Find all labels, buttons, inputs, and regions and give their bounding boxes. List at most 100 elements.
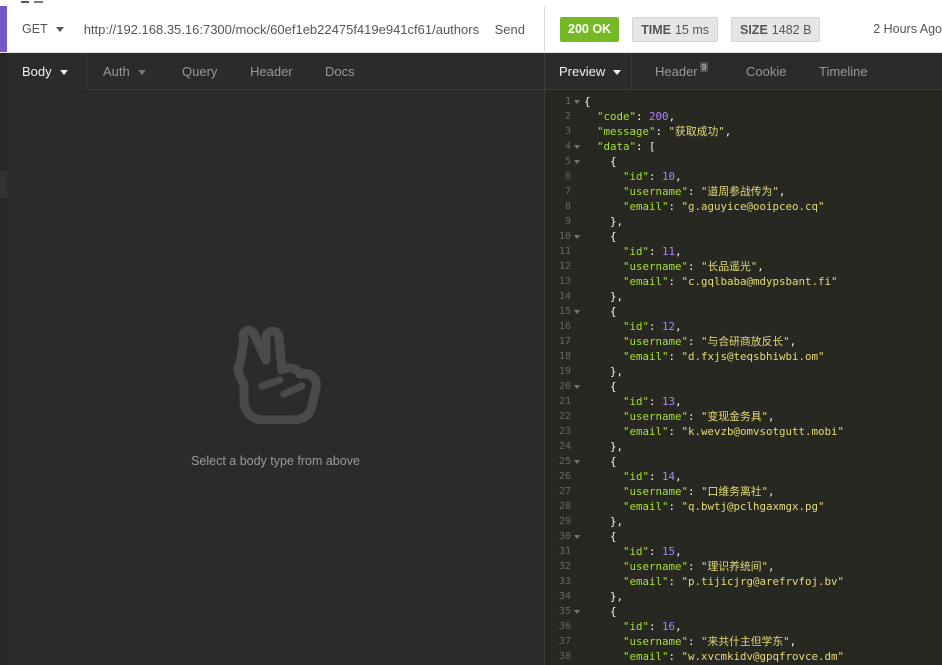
code-line: 16 "id": 12, <box>558 320 682 333</box>
method-label: GET <box>22 22 48 36</box>
code-line: 23 "email": "k.wevzb@omvsotgutt.mobi" <box>558 425 845 438</box>
json-string: "变现金务具" <box>701 410 769 423</box>
json-string: "长品遥光" <box>701 260 758 273</box>
chevron-down-icon <box>137 70 146 76</box>
code-line: 15 { <box>558 305 617 318</box>
json-string: "来共什主但学东" <box>701 635 790 648</box>
code-line: 24 }, <box>558 440 624 453</box>
code-line: 34 }, <box>558 590 624 603</box>
method-dropdown[interactable]: GET <box>22 22 64 36</box>
code-line: 20 { <box>558 380 617 393</box>
tab-auth-label: Auth <box>103 64 130 79</box>
url-input[interactable]: http://192.168.35.16:7300/mock/60ef1eb22… <box>84 22 479 37</box>
code-line: 5 { <box>564 155 617 168</box>
tab-body[interactable]: Body <box>22 53 68 90</box>
json-number: 14 <box>662 470 676 483</box>
sidebar-strip <box>0 53 7 665</box>
code-line: 38 "email": "w.xvcmkidv@gpqfrovce.dm" <box>558 650 845 663</box>
menu-tick <box>34 1 43 3</box>
fold-arrow-icon[interactable] <box>574 460 580 464</box>
tab-preview[interactable]: Preview <box>559 53 622 90</box>
fold-arrow-icon[interactable] <box>574 145 580 149</box>
code-line: 19 }, <box>558 365 624 378</box>
code-line: 30 { <box>558 530 617 543</box>
code-line: 1{ <box>564 95 591 108</box>
code-line: 2 "code": 200, <box>564 110 676 123</box>
size-value: 1482 B <box>771 22 812 37</box>
chevron-down-icon <box>613 70 622 76</box>
divider <box>631 53 632 90</box>
tab-docs[interactable]: Docs <box>325 53 355 90</box>
json-preview[interactable]: 1{ 2 "code": 200, 3 "message": "获取成功", 4… <box>545 90 942 665</box>
peace-hand-icon <box>233 325 321 424</box>
code-line: 4 "data": [ <box>564 140 656 153</box>
json-number: 11 <box>662 245 676 258</box>
time-value: 15 ms <box>674 22 709 37</box>
tab-response-header-label: Header <box>655 64 698 79</box>
fold-arrow-icon[interactable] <box>574 160 580 164</box>
json-number: 10 <box>662 170 676 183</box>
json-string: "口维务离社" <box>701 485 769 498</box>
code-line: 17 "username": "与合研商放反长", <box>558 335 797 348</box>
json-string: "w.xvcmkidv@gpqfrovce.dm" <box>681 650 845 663</box>
code-line: 36 "id": 16, <box>558 620 682 633</box>
fold-arrow-icon[interactable] <box>574 610 580 614</box>
tab-header[interactable]: Header <box>250 53 293 90</box>
request-bar: GET http://192.168.35.16:7300/mock/60ef1… <box>0 0 942 53</box>
json-string: "k.wevzb@omvsotgutt.mobi" <box>681 425 845 438</box>
tab-body-label: Body <box>22 64 52 79</box>
json-number: 16 <box>662 620 676 633</box>
response-meta: 200 OK TIME 15 ms SIZE 1482 B 2 Hours Ago <box>545 6 942 52</box>
request-tabs: Body Auth Query Header Docs <box>7 53 544 90</box>
code-line: 6 "id": 10, <box>564 170 682 183</box>
fold-arrow-icon[interactable] <box>574 100 580 104</box>
active-request-accent <box>0 6 7 52</box>
code-line: 26 "id": 14, <box>558 470 682 483</box>
response-age[interactable]: 2 Hours Ago <box>873 22 942 36</box>
json-number: 15 <box>662 545 676 558</box>
json-key: "data" <box>597 140 637 153</box>
json-key: "code" <box>597 110 637 123</box>
code-line: 28 "email": "q.bwtj@pclhgaxmgx.pg" <box>558 500 825 513</box>
fold-arrow-icon[interactable] <box>574 235 580 239</box>
json-number: 12 <box>662 320 676 333</box>
tab-timeline[interactable]: Timeline <box>819 53 868 90</box>
fold-arrow-icon[interactable] <box>574 310 580 314</box>
json-string: "道周参战传为" <box>701 185 779 198</box>
code-line: 27 "username": "口维务离社", <box>558 485 775 498</box>
request-body-panel: Select a body type from above <box>7 90 544 665</box>
tab-cookie[interactable]: Cookie <box>746 53 786 90</box>
code-line: 21 "id": 13, <box>558 395 682 408</box>
code-line: 33 "email": "p.tijicjrg@arefrvfoj.bv" <box>558 575 845 588</box>
code-line: 9 }, <box>564 215 624 228</box>
code-line: 31 "id": 15, <box>558 545 682 558</box>
sidebar-marker <box>0 171 7 198</box>
fold-arrow-icon[interactable] <box>574 385 580 389</box>
code-line: 35 { <box>558 605 617 618</box>
code-line: 14 }, <box>558 290 624 303</box>
code-line: 29 }, <box>558 515 624 528</box>
code-line: 7 "username": "道周参战传为", <box>564 185 786 198</box>
fold-arrow-icon[interactable] <box>574 535 580 539</box>
tab-response-header[interactable]: Header 9 <box>655 53 709 90</box>
tab-auth[interactable]: Auth <box>103 53 146 90</box>
code-line: 3 "message": "获取成功", <box>564 125 732 138</box>
response-tabs: Preview Header 9 Cookie Timeline <box>545 53 942 90</box>
json-string: "c.gqlbaba@mdypsbant.fi" <box>681 275 838 288</box>
empty-state-message: Select a body type from above <box>191 454 360 468</box>
json-key: "message" <box>597 125 656 138</box>
tab-query[interactable]: Query <box>182 53 217 90</box>
tab-preview-label: Preview <box>559 64 606 79</box>
code-line: 22 "username": "变现金务具", <box>558 410 775 423</box>
size-label: SIZE <box>740 22 768 37</box>
menu-tick <box>21 1 29 3</box>
header-count-badge: 9 <box>699 62 709 72</box>
code-line: 12 "username": "长品遥光", <box>558 260 764 273</box>
json-string: "d.fxjs@teqsbhiwbi.om" <box>681 350 825 363</box>
code-line: 11 "id": 11, <box>558 245 682 258</box>
json-number: 200 <box>649 110 669 123</box>
send-button[interactable]: Send <box>495 22 525 37</box>
code-line: 8 "email": "g.aguyice@ooipceo.cq" <box>564 200 825 213</box>
json-string: "p.tijicjrg@arefrvfoj.bv" <box>681 575 845 588</box>
chevron-down-icon <box>59 70 68 76</box>
